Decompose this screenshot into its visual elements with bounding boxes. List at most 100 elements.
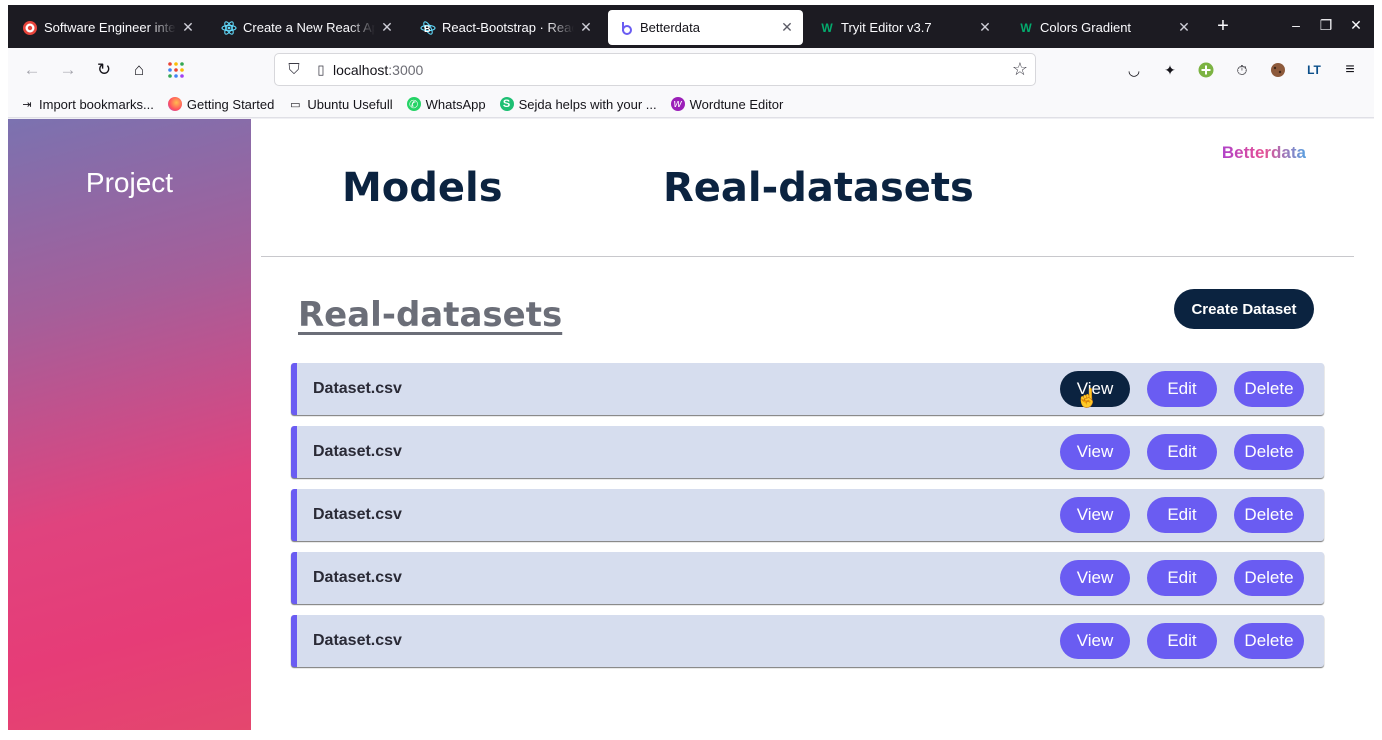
view-button[interactable]: View <box>1060 623 1130 659</box>
close-icon[interactable]: ✕ <box>379 19 395 36</box>
bookmark-sejda[interactable]: S Sejda helps with your ... <box>499 96 657 112</box>
folder-icon: ▭ <box>290 98 301 111</box>
bookmark-label: Getting Started <box>186 96 275 112</box>
bookmark-ubuntu-usefull[interactable]: ▭ Ubuntu Usefull <box>288 97 392 112</box>
tab-tryit-editor[interactable]: W Tryit Editor v3.7 ✕ <box>809 10 1001 45</box>
bookmark-import[interactable]: ⇥ Import bookmarks... <box>20 96 154 112</box>
reload-icon[interactable]: ↻ <box>91 57 117 83</box>
close-icon[interactable]: ✕ <box>180 19 196 36</box>
firefox-icon <box>167 97 182 111</box>
close-icon[interactable]: ✕ <box>779 19 795 36</box>
react-icon <box>221 20 237 36</box>
view-button[interactable]: View <box>1060 371 1130 407</box>
tab-react-bootstrap[interactable]: B React-Bootstrap · React ✕ <box>410 10 602 45</box>
view-button[interactable]: View <box>1060 497 1130 533</box>
bookmarks-toolbar: ⇥ Import bookmarks... Getting Started ▭ … <box>8 91 1374 118</box>
delete-button[interactable]: Delete <box>1234 371 1304 407</box>
delete-button[interactable]: Delete <box>1234 623 1304 659</box>
dataset-name: Dataset.csv <box>313 380 402 397</box>
url-host: localhost <box>333 61 389 78</box>
browser-window: Software Engineer intern ✕ Create a New … <box>8 5 1374 730</box>
navigation-toolbar: ← → ↻ ⌂ ⛉ ▯ localhost:3000 ☆ ◡ ✦ ⏱ LT ≡ <box>8 48 1374 91</box>
whatsapp-icon: ✆ <box>406 97 421 111</box>
dataset-name: Dataset.csv <box>313 632 402 649</box>
delete-button[interactable]: Delete <box>1234 560 1304 596</box>
dataset-row: Dataset.csv View Edit Delete <box>291 363 1324 415</box>
edit-button[interactable]: Edit <box>1147 371 1217 407</box>
restore-icon[interactable]: ❐ <box>1316 17 1336 34</box>
bookmark-label: WhatsApp <box>425 96 486 112</box>
menu-icon[interactable]: ≡ <box>1340 60 1360 80</box>
close-icon[interactable]: ✕ <box>1176 19 1192 36</box>
tracking-protection-shield-icon[interactable]: ⛉ <box>279 61 309 78</box>
bookmark-label: Import bookmarks... <box>39 96 154 112</box>
minimize-icon[interactable]: – <box>1286 17 1306 33</box>
sidebar-title[interactable]: Project <box>8 167 251 199</box>
page-viewport: Project Betterdata Models Real-datasets … <box>8 119 1374 730</box>
betterdata-icon <box>618 20 634 36</box>
tab-colors-gradient[interactable]: W Colors Gradient ✕ <box>1008 10 1200 45</box>
gnome-extension-icon[interactable]: ✦ <box>1160 60 1180 80</box>
dataset-name: Dataset.csv <box>313 443 402 460</box>
w3schools-icon: W <box>1020 20 1032 35</box>
edit-button[interactable]: Edit <box>1147 623 1217 659</box>
bookmark-whatsapp[interactable]: ✆ WhatsApp <box>406 96 486 112</box>
nav-link-models[interactable]: Models <box>342 165 503 211</box>
url-text[interactable]: localhost:3000 <box>333 62 1005 78</box>
window-close-icon[interactable]: ✕ <box>1346 17 1366 34</box>
url-port: :3000 <box>388 61 424 78</box>
bookmark-wordtune[interactable]: w Wordtune Editor <box>670 97 783 112</box>
react-bootstrap-icon: B <box>420 20 436 36</box>
brand-logo[interactable]: Betterdata <box>1222 143 1306 163</box>
edit-button[interactable]: Edit <box>1147 434 1217 470</box>
create-dataset-button[interactable]: Create Dataset <box>1174 289 1314 329</box>
dataset-row: Dataset.csv View Edit Delete <box>291 489 1324 541</box>
view-button[interactable]: View <box>1060 434 1130 470</box>
address-bar[interactable]: ⛉ ▯ localhost:3000 ☆ <box>274 53 1036 86</box>
sejda-icon: S <box>499 97 514 111</box>
edit-button[interactable]: Edit <box>1147 497 1217 533</box>
timer-extension-icon[interactable]: ⏱ <box>1232 60 1252 80</box>
close-icon[interactable]: ✕ <box>977 19 993 36</box>
dataset-row: Dataset.csv View Edit Delete <box>291 426 1324 478</box>
close-icon[interactable]: ✕ <box>578 19 594 36</box>
view-button[interactable]: View <box>1060 560 1130 596</box>
delete-button[interactable]: Delete <box>1234 497 1304 533</box>
new-tab-button[interactable]: + <box>1211 15 1235 38</box>
import-icon: ⇥ <box>22 98 32 111</box>
cookie-extension-icon[interactable] <box>1268 60 1288 80</box>
bookmark-label: Ubuntu Usefull <box>307 96 393 112</box>
tab-strip: Software Engineer intern ✕ Create a New … <box>8 5 1374 48</box>
page-icon[interactable]: ▯ <box>309 62 333 78</box>
edit-button[interactable]: Edit <box>1147 560 1217 596</box>
target-icon <box>22 20 38 36</box>
header-divider <box>261 256 1354 257</box>
apps-grid-icon[interactable] <box>163 57 189 83</box>
languagetool-icon[interactable]: LT <box>1304 60 1324 80</box>
add-extension-icon[interactable] <box>1196 60 1216 80</box>
home-icon[interactable]: ⌂ <box>126 57 152 83</box>
tab-title: Betterdata <box>640 20 700 35</box>
pocket-icon[interactable]: ◡ <box>1124 60 1144 80</box>
tab-betterdata[interactable]: Betterdata ✕ <box>608 10 803 45</box>
dataset-name: Dataset.csv <box>313 506 402 523</box>
tab-title: Software Engineer intern <box>44 20 176 35</box>
sidebar: Project <box>8 119 251 730</box>
w3schools-icon: W <box>821 20 833 35</box>
nav-link-real-datasets[interactable]: Real-datasets <box>663 165 974 211</box>
tab-title: Tryit Editor v3.7 <box>841 20 932 35</box>
bookmark-label: Sejda helps with your ... <box>518 96 657 112</box>
forward-icon[interactable]: → <box>55 57 81 83</box>
tab-software-engineer[interactable]: Software Engineer intern ✕ <box>12 10 204 45</box>
bookmark-star-icon[interactable]: ☆ <box>1005 59 1035 80</box>
dataset-row: Dataset.csv View Edit Delete <box>291 615 1324 667</box>
bookmark-getting-started[interactable]: Getting Started <box>167 96 275 112</box>
svg-text:B: B <box>424 24 431 34</box>
dataset-row: Dataset.csv View Edit Delete <box>291 552 1324 604</box>
tab-create-react-app[interactable]: Create a New React App ✕ <box>211 10 403 45</box>
main-content: Betterdata Models Real-datasets Real-dat… <box>251 119 1374 730</box>
wordtune-icon: w <box>670 97 685 111</box>
back-icon[interactable]: ← <box>19 57 45 83</box>
delete-button[interactable]: Delete <box>1234 434 1304 470</box>
page-title: Real-datasets <box>298 295 563 335</box>
